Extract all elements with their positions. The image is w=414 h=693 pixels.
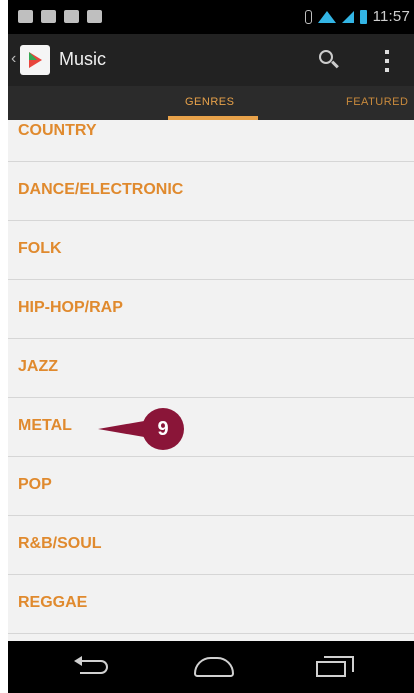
wifi-icon	[317, 10, 336, 23]
notification-icons	[18, 10, 102, 23]
action-bar: ‹ Music	[8, 34, 414, 86]
list-item-jazz[interactable]: JAZZ	[8, 340, 414, 398]
play-store-icon[interactable]	[20, 45, 50, 75]
list-item-hip-hop-rap[interactable]: HIP-HOP/RAP	[8, 281, 414, 339]
status-time: 11:57	[372, 8, 410, 25]
list-item-pop[interactable]: POP	[8, 458, 414, 516]
phone-screen: 11:57 ‹ Music GENRES FEATURED COUNTRY DA…	[8, 0, 414, 693]
list-item-label: REGGAE	[18, 594, 88, 611]
list-item-label: R&B/SOUL	[18, 535, 102, 552]
list-item-label: METAL	[18, 417, 72, 434]
genre-list: COUNTRY DANCE/ELECTRONIC FOLK HIP-HOP/RA…	[8, 120, 414, 641]
list-item-rnb-soul[interactable]: R&B/SOUL	[8, 517, 414, 575]
list-item-label: COUNTRY	[18, 122, 97, 139]
list-item-label: FOLK	[18, 240, 62, 257]
list-item-metal[interactable]: METAL	[8, 399, 414, 457]
step-callout: 9	[98, 408, 184, 452]
back-icon[interactable]	[74, 656, 110, 677]
callout-number: 9	[142, 408, 184, 450]
list-item-label: DANCE/ELECTRONIC	[18, 181, 184, 198]
battery-icon	[359, 9, 367, 24]
action-bar-title: Music	[59, 49, 107, 69]
home-icon[interactable]	[194, 657, 234, 677]
list-item-label: POP	[18, 476, 52, 493]
signal-icon	[341, 10, 354, 23]
navigation-bar	[8, 641, 414, 693]
overflow-menu-icon[interactable]	[384, 50, 390, 72]
search-icon[interactable]	[319, 50, 339, 70]
list-item-reggae[interactable]: REGGAE	[8, 576, 414, 634]
bluetooth-icon	[304, 9, 312, 24]
list-item-label: JAZZ	[18, 358, 58, 375]
game-controller-icon	[87, 10, 102, 23]
system-icons: 11:57	[304, 8, 410, 25]
message-icon	[18, 10, 33, 23]
list-item-label: HIP-HOP/RAP	[18, 299, 123, 316]
status-bar: 11:57	[8, 0, 414, 34]
list-item-country[interactable]: COUNTRY	[8, 104, 414, 162]
sd-card-icon	[64, 10, 79, 23]
list-item-dance-electronic[interactable]: DANCE/ELECTRONIC	[8, 163, 414, 221]
gmail-icon	[41, 10, 56, 23]
list-item-folk[interactable]: FOLK	[8, 222, 414, 280]
recent-apps-icon[interactable]	[316, 656, 354, 678]
up-caret-icon[interactable]: ‹	[11, 50, 16, 68]
